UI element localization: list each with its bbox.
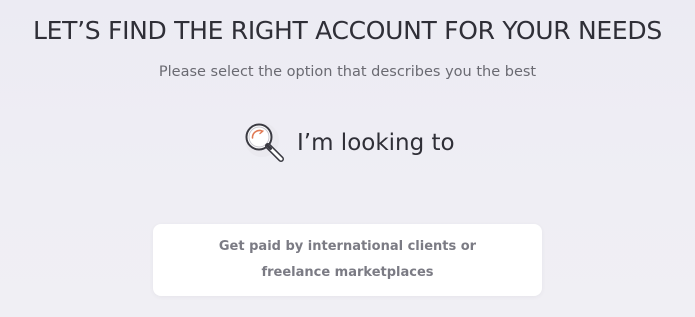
page-title: LET’S FIND THE RIGHT ACCOUNT FOR YOUR NE… bbox=[33, 16, 662, 45]
magnifier-icon bbox=[245, 123, 284, 162]
option-get-paid-international-card[interactable]: Get paid by international clients or fre… bbox=[153, 224, 542, 296]
page-subtitle: Please select the option that describes … bbox=[158, 64, 537, 80]
option-label: Get paid by international clients or fre… bbox=[218, 239, 477, 280]
looking-to-label: I’m looking to bbox=[297, 130, 455, 156]
account-finder-page: LET’S FIND THE RIGHT ACCOUNT FOR YOUR NE… bbox=[0, 0, 695, 317]
looking-to-prompt: I’m looking to bbox=[240, 120, 455, 168]
